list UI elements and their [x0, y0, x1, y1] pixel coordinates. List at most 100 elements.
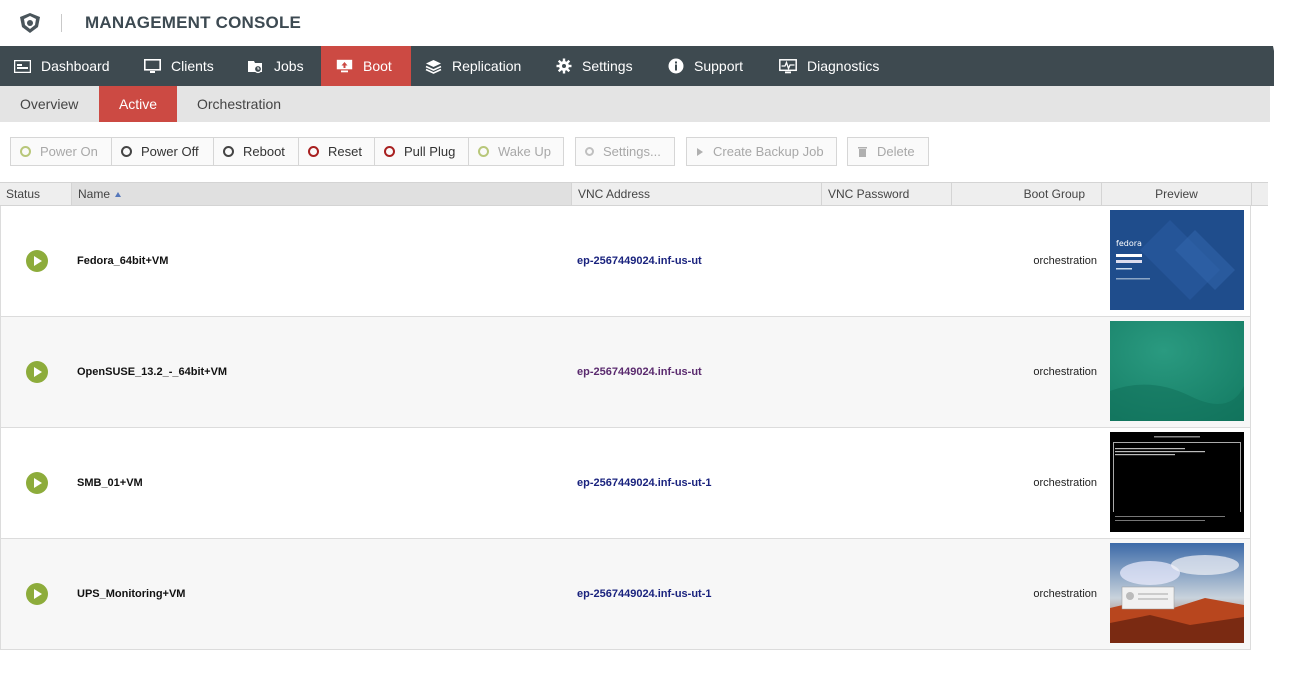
info-icon	[668, 58, 684, 74]
boot-group: orchestration	[1033, 255, 1097, 267]
nav-settings-label: Settings	[582, 58, 633, 74]
play-icon	[697, 147, 703, 156]
tab-overview[interactable]: Overview	[0, 86, 99, 122]
vm-name: SMB_01+VM	[77, 477, 143, 489]
status-cell	[26, 206, 48, 316]
nav-support[interactable]: Support	[653, 46, 764, 86]
layers-icon	[425, 59, 442, 74]
delete-button[interactable]: Delete	[847, 137, 929, 166]
status-cell	[26, 428, 48, 538]
status-cell	[26, 317, 48, 427]
vnc-address-link[interactable]: ep-2567449024.inf-us-ut	[577, 317, 702, 427]
reboot-label: Reboot	[243, 144, 285, 159]
reset-icon	[308, 146, 319, 157]
app-header: MANAGEMENT CONSOLE	[0, 0, 1289, 46]
jobs-icon	[248, 60, 263, 73]
table-row[interactable]: SMB_01+VM ep-2567449024.inf-us-ut-1 orch…	[0, 428, 1251, 539]
main-nav: Dashboard Clients Jobs Boot Replication …	[0, 46, 1274, 86]
column-preview[interactable]: Preview	[1102, 183, 1252, 205]
column-status-label: Status	[6, 187, 41, 201]
nav-boot-label: Boot	[363, 58, 392, 74]
vm-preview-thumbnail[interactable]	[1110, 321, 1244, 421]
running-status-icon	[26, 583, 48, 605]
column-boot-group[interactable]: Boot Group	[952, 183, 1102, 205]
reboot-icon	[223, 146, 234, 157]
vm-name: UPS_Monitoring+VM	[77, 588, 186, 600]
table-row[interactable]: OpenSUSE_13.2_-_64bit+VM ep-2567449024.i…	[0, 317, 1251, 428]
power-off-button[interactable]: Power Off	[111, 137, 214, 166]
vnc-address-link[interactable]: ep-2567449024.inf-us-ut-1	[577, 539, 712, 649]
column-name[interactable]: Name	[72, 183, 572, 205]
boot-group: orchestration	[1033, 366, 1097, 378]
tab-orchestration[interactable]: Orchestration	[177, 86, 307, 122]
running-status-icon	[26, 250, 48, 272]
column-name-label: Name	[78, 187, 111, 201]
column-vnc-address-label: VNC Address	[578, 187, 651, 201]
boot-group: orchestration	[1033, 477, 1097, 489]
svg-text:fedora: fedora	[1116, 239, 1142, 248]
reset-button[interactable]: Reset	[298, 137, 375, 166]
delete-label: Delete	[877, 144, 915, 159]
plug-icon	[384, 146, 395, 157]
table-row[interactable]: UPS_Monitoring+VM ep-2567449024.inf-us-u…	[0, 539, 1251, 650]
nav-settings[interactable]: Settings	[541, 46, 653, 86]
settings-button[interactable]: Settings...	[575, 137, 675, 166]
status-cell	[26, 539, 48, 649]
app-title: MANAGEMENT CONSOLE	[85, 13, 302, 32]
pulse-icon	[779, 58, 797, 73]
vm-preview-thumbnail[interactable]	[1110, 432, 1244, 532]
nav-clients-label: Clients	[171, 58, 214, 74]
power-on-button[interactable]: Power On	[10, 137, 112, 166]
nav-replication[interactable]: Replication	[411, 46, 541, 86]
tab-orchestration-label: Orchestration	[197, 96, 282, 112]
vnc-address-link[interactable]: ep-2567449024.inf-us-ut	[577, 206, 702, 316]
table-header: Status Name VNC Address VNC Password Boo…	[0, 182, 1268, 206]
dashboard-icon	[14, 59, 31, 73]
monitor-icon	[144, 58, 161, 73]
nav-support-label: Support	[694, 58, 744, 74]
nav-jobs-label: Jobs	[274, 58, 304, 74]
nav-replication-label: Replication	[452, 58, 522, 74]
power-icon	[478, 146, 489, 157]
reset-label: Reset	[328, 144, 362, 159]
nav-diagnostics[interactable]: Diagnostics	[764, 46, 904, 86]
table-row[interactable]: Fedora_64bit+VM ep-2567449024.inf-us-ut …	[0, 206, 1251, 317]
tab-active[interactable]: Active	[99, 86, 177, 122]
column-status[interactable]: Status	[0, 183, 72, 205]
settings-label: Settings...	[603, 144, 661, 159]
pull-plug-button[interactable]: Pull Plug	[374, 137, 469, 166]
running-status-icon	[26, 361, 48, 383]
boot-group: orchestration	[1033, 588, 1097, 600]
reboot-button[interactable]: Reboot	[213, 137, 299, 166]
power-icon	[20, 146, 31, 157]
title-divider	[61, 14, 62, 32]
gear-icon	[585, 147, 594, 156]
running-status-icon	[26, 472, 48, 494]
nav-clients[interactable]: Clients	[126, 46, 230, 86]
vnc-address-link[interactable]: ep-2567449024.inf-us-ut-1	[577, 428, 712, 538]
nav-dashboard[interactable]: Dashboard	[0, 46, 126, 86]
boot-icon	[336, 59, 353, 73]
power-off-label: Power Off	[141, 144, 199, 159]
nav-diagnostics-label: Diagnostics	[807, 58, 880, 74]
nav-jobs[interactable]: Jobs	[230, 46, 321, 86]
wake-up-button[interactable]: Wake Up	[468, 137, 564, 166]
column-vnc-password[interactable]: VNC Password	[822, 183, 952, 205]
tab-overview-label: Overview	[20, 96, 79, 112]
shield-logo-icon[interactable]	[18, 12, 42, 34]
column-vnc-password-label: VNC Password	[828, 187, 910, 201]
power-on-label: Power On	[40, 144, 98, 159]
column-vnc-address[interactable]: VNC Address	[572, 183, 822, 205]
column-boot-group-label: Boot Group	[1023, 187, 1085, 201]
nav-dashboard-label: Dashboard	[41, 58, 110, 74]
tab-active-label: Active	[118, 96, 158, 112]
column-preview-label: Preview	[1155, 187, 1198, 201]
create-backup-job-label: Create Backup Job	[713, 144, 824, 159]
vm-preview-thumbnail[interactable]	[1110, 543, 1244, 643]
nav-boot[interactable]: Boot	[321, 46, 411, 86]
gear-icon	[556, 58, 572, 74]
vm-preview-thumbnail[interactable]: fedora	[1110, 210, 1244, 310]
pull-plug-label: Pull Plug	[404, 144, 456, 159]
create-backup-job-button[interactable]: Create Backup Job	[686, 137, 837, 166]
vm-name: OpenSUSE_13.2_-_64bit+VM	[77, 366, 228, 378]
